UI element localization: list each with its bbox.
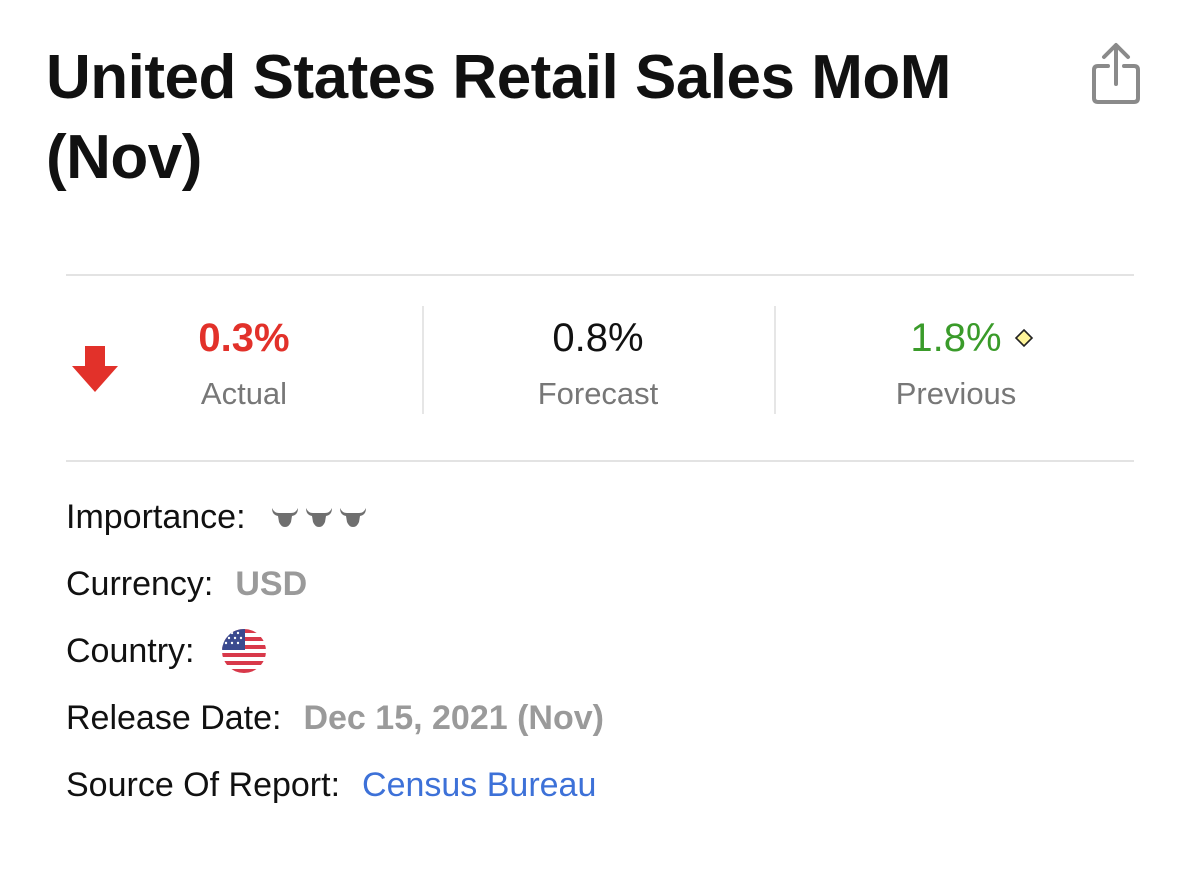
release-date-row: Release Date: Dec 15, 2021 (Nov) — [66, 693, 604, 743]
forecast-value: 0.8% — [552, 316, 644, 360]
stat-divider — [774, 306, 776, 414]
source-link[interactable]: Census Bureau — [362, 766, 596, 805]
actual-label: Actual — [200, 376, 288, 411]
page-title: United States Retail Sales MoM (Nov) — [46, 43, 951, 192]
currency-label: Currency: — [66, 564, 214, 603]
bull-icon — [305, 508, 332, 527]
forecast-stat: 0.8% Forecast — [466, 306, 730, 414]
previous-stat: 1.8% Previous — [818, 306, 1094, 414]
importance-rating — [270, 506, 368, 528]
previous-value: 1.8% — [910, 316, 1002, 360]
bull-icon — [271, 508, 298, 527]
stat-divider — [422, 306, 424, 414]
actual-value: 0.3% — [198, 316, 290, 360]
release-date-label: Release Date: — [66, 698, 282, 737]
country-label: Country: — [66, 631, 195, 670]
country-row: Country: — [66, 626, 267, 676]
release-date-value: Dec 15, 2021 (Nov) — [303, 698, 604, 737]
previous-label: Previous — [895, 376, 1017, 411]
down-arrow-icon — [72, 346, 118, 392]
source-row: Source Of Report: Census Bureau — [66, 760, 596, 810]
actual-stat: 0.3% Actual — [146, 306, 342, 414]
stats-panel: 0.3% Actual 0.8% Forecast 1.8% Previous — [66, 306, 1134, 414]
currency-row: Currency: USD — [66, 559, 307, 609]
bottom-divider — [66, 460, 1134, 462]
importance-row: Importance: — [66, 492, 368, 542]
importance-label: Importance: — [66, 497, 246, 536]
top-divider — [66, 274, 1134, 276]
revised-diamond-icon[interactable] — [1014, 328, 1034, 348]
source-label: Source Of Report: — [66, 765, 341, 804]
share-icon — [1092, 43, 1140, 104]
share-button[interactable] — [1086, 40, 1146, 106]
bull-icon — [339, 508, 366, 527]
us-flag-icon — [221, 629, 266, 673]
currency-value: USD — [235, 564, 308, 603]
forecast-label: Forecast — [537, 376, 659, 411]
